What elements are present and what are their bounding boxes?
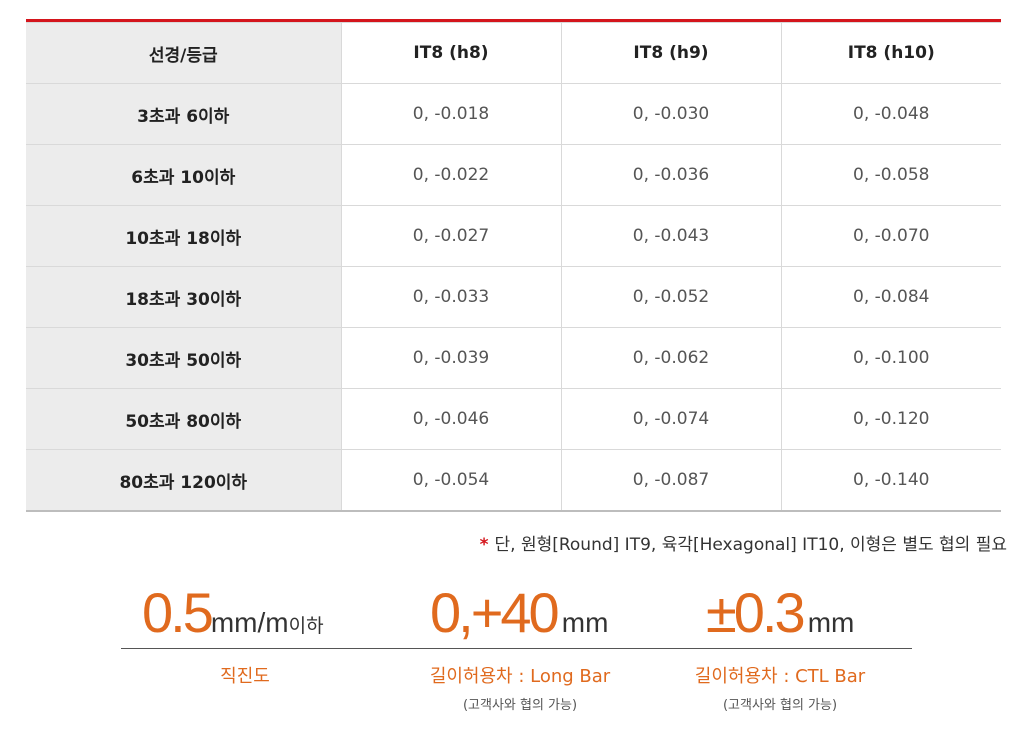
ctl-bar-value: ±0.3 bbox=[706, 581, 806, 644]
ctl-bar-sublabel: (고객사와 협의 가능) bbox=[722, 698, 838, 713]
row-label: 6초과 10이하 bbox=[26, 144, 342, 206]
table-cell: 0, -0.140 bbox=[780, 449, 1001, 512]
ctl-bar-caption: 길이허용차 : CTL Bar (고객사와 협의 가능) bbox=[670, 662, 890, 713]
table-cell: 0, -0.062 bbox=[560, 327, 782, 389]
table-cell: 0, -0.120 bbox=[780, 388, 1001, 450]
table-cell: 0, -0.018 bbox=[340, 83, 562, 145]
footnote: * 단, 원형[Round] IT9, 육각[Hexagonal] IT10, 이… bbox=[480, 530, 1007, 555]
table-header-row: 선경/등급 IT8 (h8) IT8 (h9) IT8 (h10) bbox=[26, 22, 1001, 84]
table-cell: 0, -0.058 bbox=[780, 144, 1001, 206]
column-header-diameter: 선경/등급 bbox=[26, 22, 342, 84]
straightness-label: 직진도 bbox=[220, 666, 270, 687]
long-bar-sublabel: (고객사와 협의 가능) bbox=[462, 698, 578, 713]
table-row: 3초과 6이하 0, -0.018 0, -0.030 0, -0.048 bbox=[26, 83, 1001, 145]
table-cell: 0, -0.048 bbox=[780, 83, 1001, 145]
asterisk-marker: * bbox=[479, 535, 489, 555]
column-header-h9: IT8 (h9) bbox=[560, 22, 782, 84]
table-cell: 0, -0.033 bbox=[340, 266, 562, 328]
table-cell: 0, -0.043 bbox=[560, 205, 782, 267]
footnote-text: 단, 원형[Round] IT9, 육각[Hexagonal] IT10, 이형… bbox=[494, 535, 1008, 555]
long-bar-unit: mm bbox=[561, 607, 609, 638]
row-label: 50초과 80이하 bbox=[26, 388, 342, 450]
column-header-h10: IT8 (h10) bbox=[780, 22, 1001, 84]
long-bar-spec: 0,+40 mm bbox=[430, 580, 608, 645]
tolerance-table-container: 선경/등급 IT8 (h8) IT8 (h9) IT8 (h10) 3초과 6이… bbox=[26, 19, 1001, 512]
row-label: 10초과 18이하 bbox=[26, 205, 342, 267]
spec-divider bbox=[121, 648, 912, 649]
long-bar-caption: 길이허용차 : Long Bar (고객사와 협의 가능) bbox=[410, 662, 630, 713]
table-row: 50초과 80이하 0, -0.046 0, -0.074 0, -0.120 bbox=[26, 388, 1001, 450]
row-label: 18초과 30이하 bbox=[26, 266, 342, 328]
table-row: 6초과 10이하 0, -0.022 0, -0.036 0, -0.058 bbox=[26, 144, 1001, 206]
table-cell: 0, -0.022 bbox=[340, 144, 562, 206]
table-cell: 0, -0.087 bbox=[560, 449, 782, 512]
table-cell: 0, -0.039 bbox=[340, 327, 562, 389]
table-row: 10초과 18이하 0, -0.027 0, -0.043 0, -0.070 bbox=[26, 205, 1001, 267]
straightness-unit: mm/m bbox=[210, 607, 289, 638]
tolerance-table: 선경/등급 IT8 (h8) IT8 (h9) IT8 (h10) 3초과 6이… bbox=[26, 22, 1001, 512]
table-cell: 0, -0.054 bbox=[340, 449, 562, 512]
table-cell: 0, -0.052 bbox=[560, 266, 782, 328]
ctl-bar-unit: mm bbox=[807, 607, 855, 638]
row-label: 3초과 6이하 bbox=[26, 83, 342, 145]
table-cell: 0, -0.036 bbox=[560, 144, 782, 206]
row-label: 30초과 50이하 bbox=[26, 327, 342, 389]
table-cell: 0, -0.074 bbox=[560, 388, 782, 450]
straightness-spec: 0.5mm/m이하 bbox=[142, 580, 324, 645]
table-row: 80초과 120이하 0, -0.054 0, -0.087 0, -0.140 bbox=[26, 449, 1001, 512]
long-bar-label: 길이허용차 : Long Bar bbox=[429, 666, 611, 687]
straightness-caption: 직진도 bbox=[185, 662, 305, 688]
table-cell: 0, -0.046 bbox=[340, 388, 562, 450]
straightness-value: 0.5 bbox=[142, 581, 214, 644]
row-label: 80초과 120이하 bbox=[26, 449, 342, 512]
table-row: 30초과 50이하 0, -0.039 0, -0.062 0, -0.100 bbox=[26, 327, 1001, 389]
table-row: 18초과 30이하 0, -0.033 0, -0.052 0, -0.084 bbox=[26, 266, 1001, 328]
ctl-bar-spec: ±0.3 mm bbox=[706, 580, 854, 645]
ctl-bar-label: 길이허용차 : CTL Bar bbox=[694, 666, 866, 687]
table-cell: 0, -0.030 bbox=[560, 83, 782, 145]
straightness-suffix: 이하 bbox=[288, 615, 324, 637]
table-cell: 0, -0.070 bbox=[780, 205, 1001, 267]
table-cell: 0, -0.027 bbox=[340, 205, 562, 267]
column-header-h8: IT8 (h8) bbox=[340, 22, 562, 84]
table-cell: 0, -0.084 bbox=[780, 266, 1001, 328]
long-bar-value: 0,+40 bbox=[430, 581, 560, 644]
table-cell: 0, -0.100 bbox=[780, 327, 1001, 389]
